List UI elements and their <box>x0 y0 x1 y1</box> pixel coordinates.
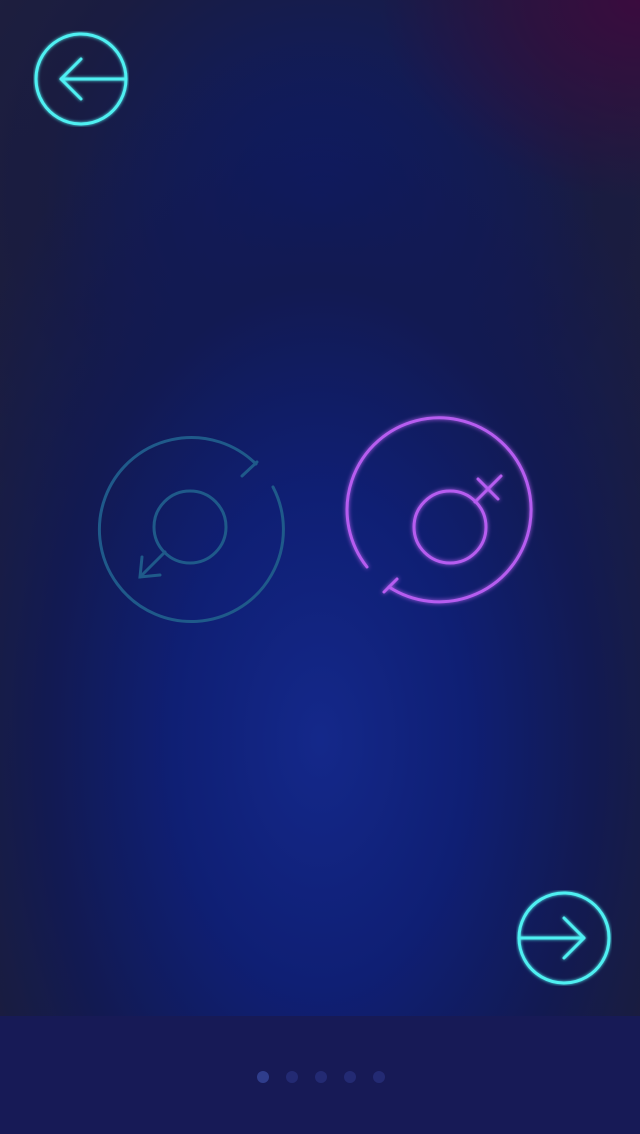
pagination-dots <box>0 1071 640 1085</box>
male-symbol-icon <box>97 436 285 623</box>
arrow-right-circle-icon <box>517 891 611 985</box>
female-option[interactable] <box>345 416 550 627</box>
back-button[interactable] <box>33 31 129 127</box>
page-dot-2[interactable] <box>286 1071 298 1083</box>
next-button[interactable] <box>516 890 612 986</box>
page-dot-4[interactable] <box>344 1071 356 1083</box>
arrow-left-circle-icon <box>34 32 128 126</box>
female-symbol-icon <box>345 416 533 604</box>
gender-selection-screen <box>0 0 640 1134</box>
page-dot-1[interactable] <box>257 1071 269 1083</box>
male-option[interactable] <box>90 427 290 627</box>
page-dot-3[interactable] <box>315 1071 327 1083</box>
page-dot-5[interactable] <box>373 1071 385 1083</box>
